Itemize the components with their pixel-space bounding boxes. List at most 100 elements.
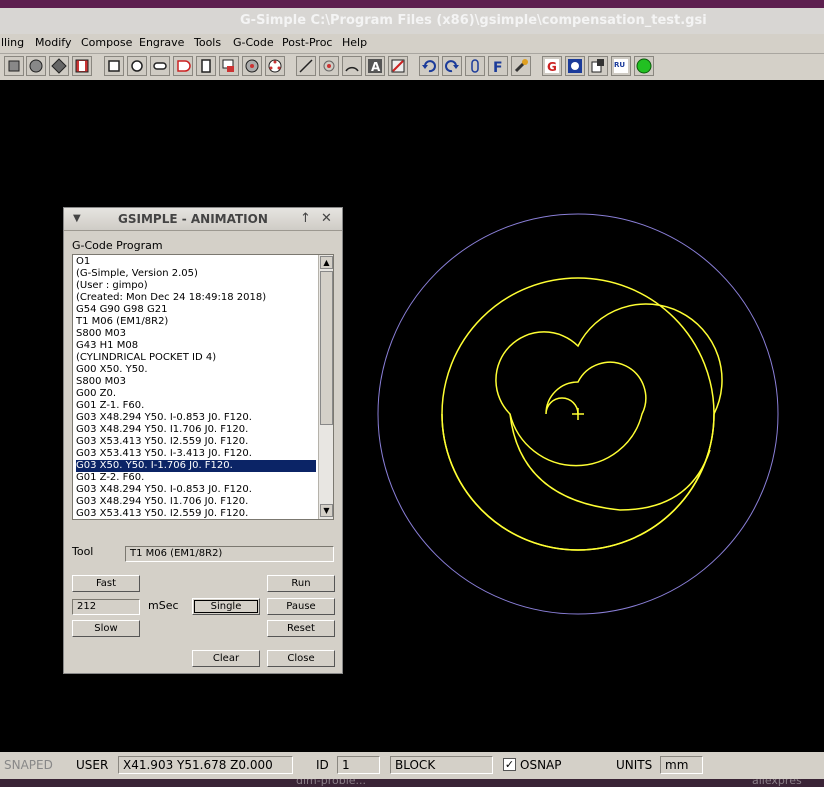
gcode-line[interactable]: S800 M03 — [76, 376, 316, 388]
line-tool-icon[interactable] — [296, 56, 316, 76]
gcode-line[interactable]: G03 X50. Y50. I-1.706 J0. F120. — [76, 460, 316, 472]
gcode-line[interactable]: G03 X48.294 Y50. I1.706 J0. F120. — [76, 424, 316, 436]
run-button[interactable]: Run — [267, 575, 335, 592]
menu-help[interactable]: Help — [342, 36, 367, 49]
single-button[interactable]: Single — [192, 598, 260, 615]
gcode-line[interactable]: G43 H1 M08 — [76, 340, 316, 352]
dialog-close-icon[interactable]: ✕ — [321, 211, 332, 226]
gcode-line[interactable]: G03 X53.413 Y50. I2.559 J0. F120. — [76, 436, 316, 448]
gcode-icon-label: G — [547, 60, 557, 74]
circle-pattern-icon[interactable] — [265, 56, 285, 76]
menu-postproc[interactable]: Post-Proc — [282, 36, 332, 49]
rect-pocket-icon[interactable] — [219, 56, 239, 76]
gcode-line[interactable]: G03 X48.294 Y50. I1.706 J0. F120. — [76, 496, 316, 508]
desktop-top-strip — [0, 0, 824, 8]
desktop-taskbar: dim-proble... aliexpres — [0, 779, 824, 787]
menu-gcode[interactable]: G-Code — [233, 36, 274, 49]
animation-dialog-titlebar[interactable]: ▼ GSIMPLE - ANIMATION ↑ ✕ — [64, 208, 342, 231]
osnap-checkbox[interactable]: ✓ — [503, 758, 516, 771]
slow-button[interactable]: Slow — [72, 620, 140, 637]
units-field[interactable]: mm — [660, 756, 703, 774]
text-tool-icon[interactable]: A — [365, 56, 385, 76]
post-icon[interactable] — [588, 56, 608, 76]
pause-button[interactable]: Pause — [267, 598, 335, 615]
close-button[interactable]: Close — [267, 650, 335, 667]
msec-input[interactable]: 212 — [72, 599, 140, 615]
dialog-raise-icon[interactable]: ↑ — [300, 211, 311, 226]
scroll-up-icon[interactable]: ▲ — [320, 256, 333, 269]
gcode-line[interactable]: G03 X48.294 Y50. I-0.853 J0. F120. — [76, 484, 316, 496]
msec-label: mSec — [148, 599, 179, 612]
window-title: G-Simple C:\Program Files (x86)\gsimple\… — [240, 13, 707, 28]
run-icon[interactable]: RU — [611, 56, 631, 76]
gcode-line[interactable]: S800 M03 — [76, 328, 316, 340]
gcode-line[interactable]: (G-Simple, Version 2.05) — [76, 268, 316, 280]
go-icon[interactable] — [634, 56, 654, 76]
wrench-icon[interactable] — [511, 56, 531, 76]
gcode-icon[interactable]: G — [542, 56, 562, 76]
gcode-line[interactable]: G03 X48.294 Y50. I-0.853 J0. F120. — [76, 412, 316, 424]
gcode-line[interactable]: O1 — [76, 256, 316, 268]
animation-icon[interactable] — [565, 56, 585, 76]
animation-dialog: ▼ GSIMPLE - ANIMATION ↑ ✕ G-Code Program… — [63, 207, 343, 674]
gcode-line[interactable]: (User : gimpo) — [76, 280, 316, 292]
dialog-menu-icon[interactable]: ▼ — [73, 213, 81, 224]
window-titlebar[interactable]: G-Simple C:\Program Files (x86)\gsimple\… — [0, 8, 824, 34]
menu-compose[interactable]: Compose — [81, 36, 132, 49]
menu-bar: lling Modify Compose Engrave Tools G-Cod… — [0, 34, 824, 54]
toolpath-connector — [509, 413, 711, 511]
menu-tools[interactable]: Tools — [194, 36, 221, 49]
animation-dialog-title: GSIMPLE - ANIMATION — [118, 212, 268, 226]
run-icon-label: RU — [614, 61, 625, 69]
polygon-tool-icon[interactable] — [49, 56, 69, 76]
arc-pocket-icon[interactable] — [173, 56, 193, 76]
menu-engrave[interactable]: Engrave — [139, 36, 184, 49]
status-bar: SNAPED USER X41.903 Y51.678 Z0.000 ID 1 … — [0, 752, 824, 779]
redo-icon[interactable] — [442, 56, 462, 76]
square-pocket-icon[interactable] — [104, 56, 124, 76]
delete-tool-icon[interactable] — [72, 56, 92, 76]
slot-icon[interactable] — [150, 56, 170, 76]
erase-tool-icon[interactable] — [388, 56, 408, 76]
gcode-line[interactable]: G00 Z0. — [76, 388, 316, 400]
reset-button[interactable]: Reset — [267, 620, 335, 637]
gcode-line[interactable]: (Created: Mon Dec 24 18:49:18 2018) — [76, 292, 316, 304]
gcode-line[interactable]: G54 G90 G98 G21 — [76, 304, 316, 316]
current-position-crosshair — [572, 408, 584, 420]
point-tool-icon[interactable] — [319, 56, 339, 76]
clip-icon[interactable] — [465, 56, 485, 76]
gear-pocket-icon[interactable] — [242, 56, 262, 76]
gcode-line[interactable]: G03 X53.413 Y50. I2.559 J0. F120. — [76, 508, 316, 519]
scroll-down-icon[interactable]: ▼ — [320, 504, 333, 517]
undo-icon[interactable] — [419, 56, 439, 76]
gcode-line[interactable]: T1 M06 (EM1/8R2) — [76, 316, 316, 328]
font-icon-label: F — [493, 60, 503, 74]
scroll-thumb[interactable] — [320, 271, 333, 425]
gcode-line[interactable]: G01 Z-2. F60. — [76, 472, 316, 484]
font-icon[interactable]: F — [488, 56, 508, 76]
gcode-program-list[interactable]: O1 (G-Simple, Version 2.05) (User : gimpo)… — [72, 254, 334, 520]
taskbar-item-right[interactable]: aliexpres — [752, 779, 802, 787]
rectangle-tool-icon[interactable] — [4, 56, 24, 76]
menu-drilling[interactable]: lling — [1, 36, 24, 49]
door-pocket-icon[interactable] — [196, 56, 216, 76]
menu-modify[interactable]: Modify — [35, 36, 71, 49]
gcode-line[interactable]: (CYLINDRICAL POCKET ID 4) — [76, 352, 316, 364]
toolpath-spiral — [441, 303, 723, 551]
id-field: 1 — [337, 756, 380, 774]
list-scrollbar[interactable]: ▲ ▼ — [318, 255, 333, 519]
snap-status: SNAPED — [4, 758, 53, 772]
fast-button[interactable]: Fast — [72, 575, 140, 592]
clear-button[interactable]: Clear — [192, 650, 260, 667]
gcode-line[interactable]: G03 X53.413 Y50. I-3.413 J0. F120. — [76, 448, 316, 460]
taskbar-item-left[interactable]: dim-proble... — [296, 779, 366, 787]
gcode-line[interactable]: G01 Z-1. F60. — [76, 400, 316, 412]
circle-tool-icon[interactable] — [26, 56, 46, 76]
units-label: UNITS — [616, 758, 653, 772]
circle-pocket-icon[interactable] — [127, 56, 147, 76]
coords-field: X41.903 Y51.678 Z0.000 — [118, 756, 293, 774]
gcode-line[interactable]: G00 X50. Y50. — [76, 364, 316, 376]
toolbar: A F G RU — [0, 54, 824, 80]
tool-label: Tool — [72, 545, 94, 558]
arc-tool-icon[interactable] — [342, 56, 362, 76]
